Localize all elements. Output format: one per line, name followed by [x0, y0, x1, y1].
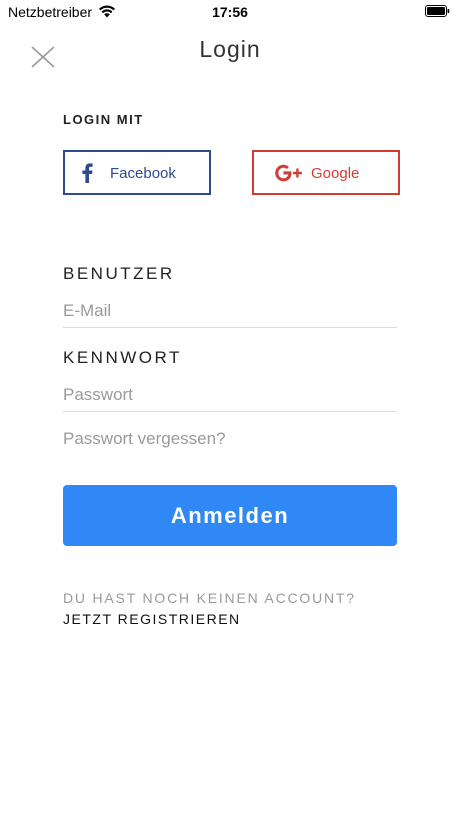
- email-field[interactable]: [63, 295, 397, 328]
- password-field[interactable]: [63, 379, 397, 412]
- register-link[interactable]: JETZT REGISTRIEREN: [63, 611, 241, 627]
- password-label: KENNWORT: [63, 348, 182, 367]
- login-submit-button[interactable]: Anmelden: [63, 485, 397, 546]
- status-bar: Netzbetreiber 17:56: [0, 0, 460, 24]
- facebook-login-button[interactable]: Facebook: [63, 150, 211, 195]
- no-account-text: DU HAST NOCH KEINEN ACCOUNT?: [63, 590, 356, 606]
- google-login-button[interactable]: Google: [252, 150, 400, 195]
- battery-icon: [425, 5, 450, 17]
- page-title: Login: [199, 36, 261, 62]
- forgot-password-link[interactable]: Passwort vergessen?: [63, 429, 226, 449]
- username-label: BENUTZER: [63, 264, 175, 283]
- login-with-label: LOGIN MIT: [63, 112, 144, 127]
- google-plus-icon: [275, 164, 302, 182]
- google-label: Google: [311, 165, 360, 182]
- clock: 17:56: [212, 4, 248, 20]
- facebook-label: Facebook: [110, 165, 176, 182]
- facebook-icon: [82, 163, 93, 183]
